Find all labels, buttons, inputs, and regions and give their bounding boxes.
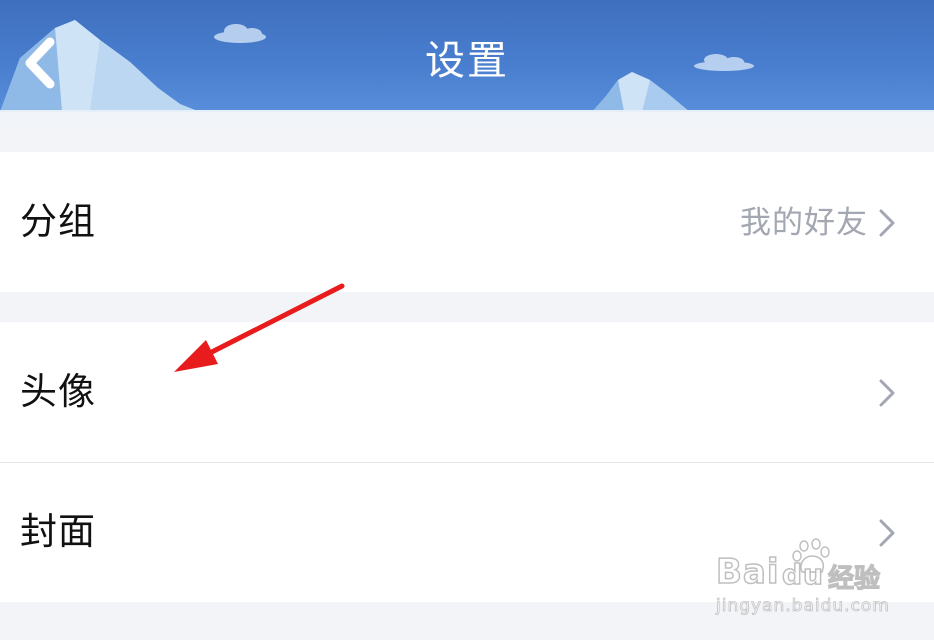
chevron-right-icon: [879, 209, 895, 237]
row-label-cover: 封面: [20, 510, 96, 553]
settings-row-cover[interactable]: 封面: [0, 463, 934, 602]
nav-header: 设置: [0, 0, 934, 124]
row-label-group: 分组: [20, 200, 96, 243]
chevron-right-icon: [879, 379, 895, 407]
page-title: 设置: [425, 38, 509, 84]
settings-group-2: 头像 封面: [0, 322, 934, 602]
settings-group-1: 分组 我的好友: [0, 152, 934, 292]
settings-row-group[interactable]: 分组 我的好友: [0, 152, 934, 292]
chevron-right-icon: [879, 519, 895, 547]
row-value-group: 我的好友: [740, 205, 868, 241]
row-label-avatar: 头像: [20, 370, 96, 413]
settings-row-avatar[interactable]: 头像: [0, 322, 934, 462]
